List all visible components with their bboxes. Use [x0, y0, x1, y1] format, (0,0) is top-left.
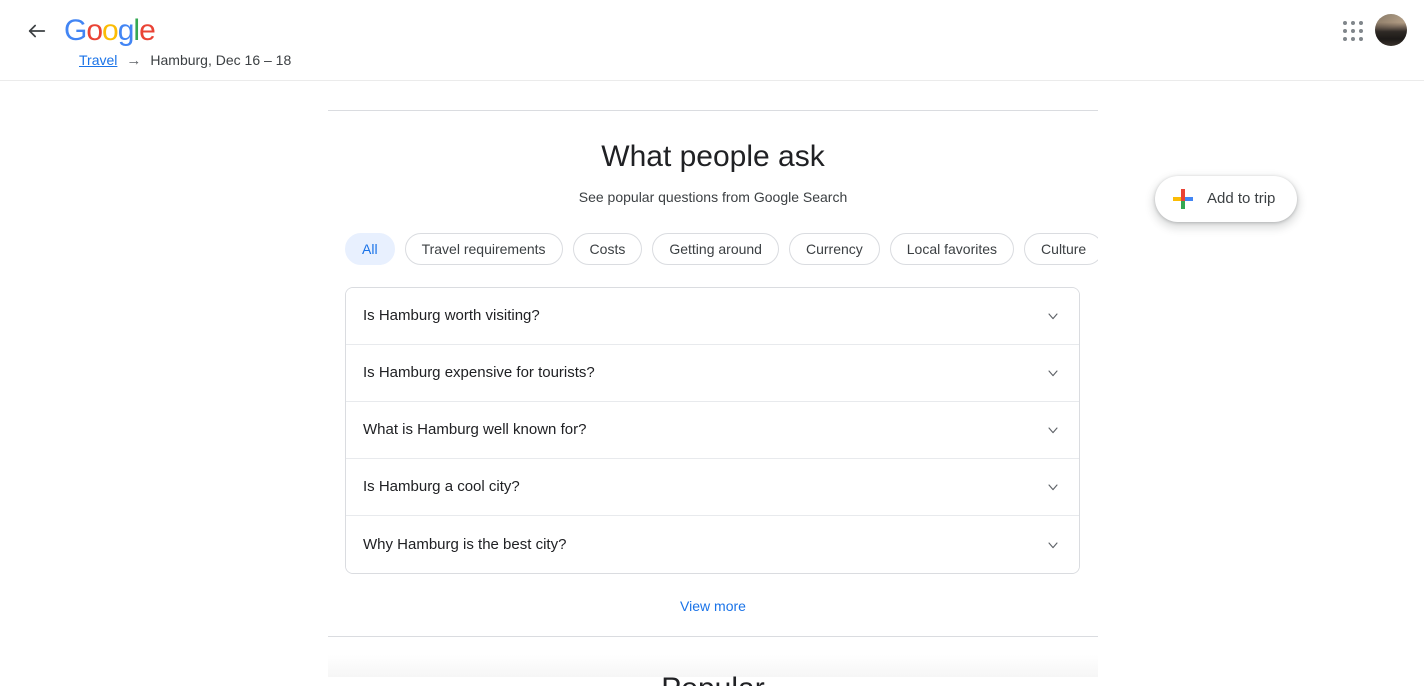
view-more-container: View more	[328, 592, 1098, 620]
chip-culture[interactable]: Culture	[1024, 233, 1098, 265]
chevron-down-icon[interactable]	[1043, 363, 1063, 383]
logo-letter-e: e	[139, 14, 155, 47]
avatar[interactable]	[1375, 14, 1407, 46]
next-section-preview: Popular	[328, 637, 1098, 677]
chip-currency[interactable]: Currency	[789, 233, 880, 265]
add-to-trip-button[interactable]: Add to trip	[1155, 176, 1297, 222]
chevron-down-glyph	[1045, 537, 1061, 553]
breadcrumb-current-destination: Hamburg, Dec 16 – 18	[150, 52, 291, 68]
chevron-down-glyph	[1045, 479, 1061, 495]
plus-arm-bottom	[1181, 201, 1185, 209]
plus-center	[1181, 197, 1185, 201]
page-subtitle: See popular questions from Google Search	[328, 175, 1098, 207]
chevron-down-icon[interactable]	[1043, 306, 1063, 326]
apps-dot	[1359, 29, 1363, 33]
arrow-right-icon: →	[126, 53, 141, 68]
question-text: What is Hamburg well known for?	[363, 420, 586, 440]
plus-arm-top	[1181, 189, 1185, 197]
apps-dot	[1343, 37, 1347, 41]
question-text: Is Hamburg worth visiting?	[363, 306, 540, 326]
category-chips-scroller[interactable]: All Travel requirements Costs Getting aroun…	[328, 233, 1098, 267]
apps-dot	[1343, 21, 1347, 25]
breadcrumb: Travel → Hamburg, Dec 16 – 18	[79, 52, 291, 68]
breadcrumb-link-travel[interactable]: Travel	[79, 52, 117, 68]
chip-travel-requirements[interactable]: Travel requirements	[405, 233, 563, 265]
chip-local-favorites[interactable]: Local favorites	[890, 233, 1014, 265]
question-text: Is Hamburg expensive for tourists?	[363, 363, 595, 383]
google-logo[interactable]: Google	[64, 16, 155, 46]
chip-all[interactable]: All	[345, 233, 395, 265]
questions-card: Is Hamburg worth visiting? Is Hamburg ex…	[345, 287, 1080, 574]
page-title: What people ask	[328, 111, 1098, 175]
apps-dot	[1351, 37, 1355, 41]
chevron-down-icon[interactable]	[1043, 420, 1063, 440]
logo-letter-o1: o	[86, 14, 102, 47]
apps-dot	[1359, 37, 1363, 41]
main-content: Add to trip What people ask See popular …	[0, 81, 1424, 686]
apps-dot	[1359, 21, 1363, 25]
logo-letter-g1: G	[64, 14, 86, 47]
chevron-down-glyph	[1045, 422, 1061, 438]
question-row[interactable]: What is Hamburg well known for?	[346, 402, 1079, 459]
question-row[interactable]: Is Hamburg worth visiting?	[346, 288, 1079, 345]
chevron-down-icon[interactable]	[1043, 477, 1063, 497]
chevron-down-glyph	[1045, 308, 1061, 324]
question-text: Why Hamburg is the best city?	[363, 535, 566, 555]
apps-grid-icon[interactable]	[1340, 18, 1366, 44]
app-header: Google Travel → Hamburg, Dec 16 – 18	[0, 0, 1424, 81]
back-arrow-icon[interactable]	[24, 18, 50, 44]
logo-letter-g2: g	[118, 14, 134, 47]
apps-dot	[1351, 21, 1355, 25]
chevron-down-glyph	[1045, 365, 1061, 381]
chip-getting-around[interactable]: Getting around	[652, 233, 779, 265]
people-ask-section: What people ask See popular questions fr…	[328, 81, 1098, 677]
apps-dot	[1351, 29, 1355, 33]
plus-arm-left	[1173, 197, 1181, 201]
arrow-left-glyph	[26, 20, 48, 42]
question-row[interactable]: Is Hamburg expensive for tourists?	[346, 345, 1079, 402]
view-more-button[interactable]: View more	[668, 592, 758, 620]
question-row[interactable]: Why Hamburg is the best city?	[346, 516, 1079, 573]
add-to-trip-label: Add to trip	[1207, 189, 1275, 209]
chip-costs[interactable]: Costs	[573, 233, 643, 265]
logo-letter-o2: o	[102, 14, 118, 47]
question-text: Is Hamburg a cool city?	[363, 477, 520, 497]
plus-arm-right	[1185, 197, 1193, 201]
chevron-down-icon[interactable]	[1043, 535, 1063, 555]
apps-dot	[1343, 29, 1347, 33]
question-row[interactable]: Is Hamburg a cool city?	[346, 459, 1079, 516]
next-section-title: Popular	[328, 671, 1098, 686]
google-plus-icon	[1173, 189, 1193, 209]
